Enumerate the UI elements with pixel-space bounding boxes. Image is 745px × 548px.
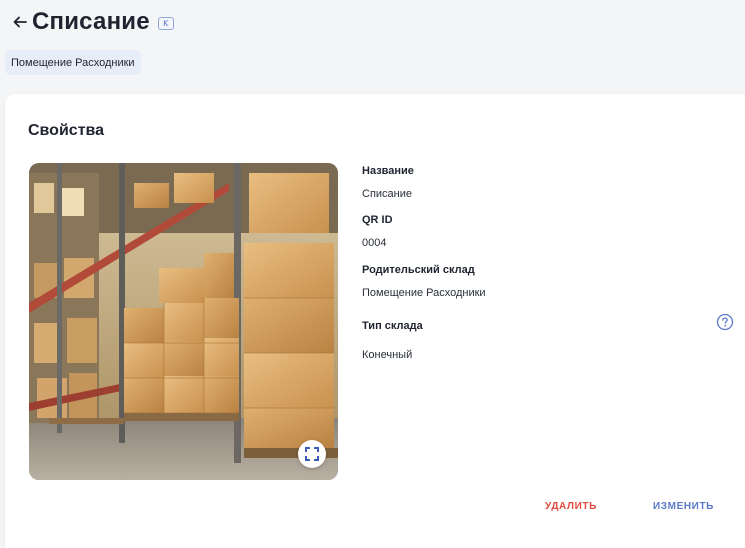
fullscreen-button[interactable] xyxy=(298,440,326,468)
field-label-qr-id: QR ID xyxy=(362,214,393,226)
warehouse-illustration xyxy=(29,163,338,480)
properties-card: Свойства Название Списание QR ID 0004 Ро… xyxy=(5,94,745,548)
back-button[interactable] xyxy=(10,10,30,34)
field-value-name: Списание xyxy=(362,188,412,200)
edit-button[interactable]: ИЗМЕНИТЬ xyxy=(653,501,714,512)
breadcrumb-chip[interactable]: Помещение Расходники xyxy=(5,50,141,75)
expand-icon xyxy=(305,447,319,461)
field-label-warehouse-type: Тип склада xyxy=(362,320,423,332)
field-value-warehouse-type: Конечный xyxy=(362,349,413,361)
field-value-parent-warehouse: Помещение Расходники xyxy=(362,287,486,299)
breadcrumb-label: Помещение Расходники xyxy=(11,56,135,69)
section-title: Свойства xyxy=(28,122,105,139)
arrow-left-icon xyxy=(13,16,27,28)
help-icon[interactable] xyxy=(716,313,734,331)
field-label-parent-warehouse: Родительский склад xyxy=(362,264,475,276)
field-value-qr-id: 0004 xyxy=(362,237,387,249)
warehouse-photo xyxy=(29,163,338,480)
page-title: Списание xyxy=(32,8,150,35)
page-header: Списание K xyxy=(10,6,174,38)
delete-button[interactable]: УДАЛИТЬ xyxy=(545,501,597,512)
field-label-name: Название xyxy=(362,165,414,177)
shortcut-badge: K xyxy=(157,16,174,30)
